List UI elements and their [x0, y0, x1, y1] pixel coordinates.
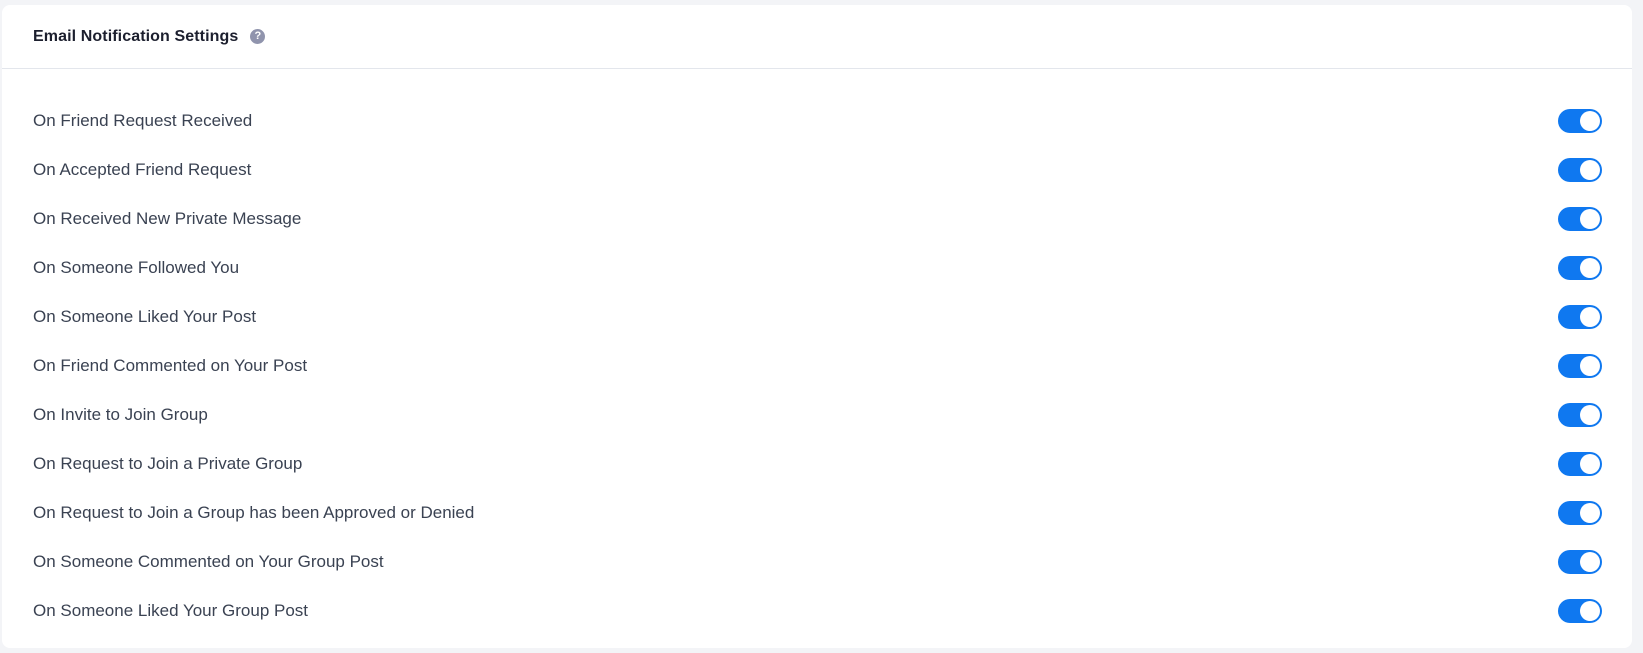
setting-row: On Someone Liked Your Post: [2, 292, 1632, 341]
setting-label: On Someone Liked Your Group Post: [33, 600, 309, 620]
setting-label: On Friend Commented on Your Post: [33, 355, 308, 375]
card-header: Email Notification Settings ?: [2, 5, 1632, 69]
setting-label: On Friend Request Received: [33, 110, 253, 130]
setting-label: On Request to Join a Group has been Appr…: [33, 502, 475, 522]
setting-row: On Friend Request Received: [2, 96, 1632, 145]
toggle-knob: [1580, 110, 1600, 131]
toggle-switch[interactable]: [1558, 402, 1602, 427]
toggle-switch[interactable]: [1558, 157, 1602, 182]
toggle-knob: [1580, 355, 1600, 376]
toggle-switch[interactable]: [1558, 108, 1602, 133]
toggle-knob: [1580, 404, 1600, 425]
toggle-switch[interactable]: [1558, 255, 1602, 280]
setting-row: On Invite to Join Group: [2, 390, 1632, 439]
toggle-knob: [1580, 600, 1600, 621]
setting-label: On Someone Commented on Your Group Post: [33, 551, 384, 571]
setting-row: On Request to Join a Private Group: [2, 439, 1632, 488]
toggle-switch[interactable]: [1558, 206, 1602, 231]
help-icon[interactable]: ?: [250, 29, 266, 44]
email-notification-settings-card: Email Notification Settings ? On Friend …: [2, 5, 1632, 648]
setting-row: On Friend Commented on Your Post: [2, 341, 1632, 390]
toggle-knob: [1580, 502, 1600, 523]
setting-label: On Someone Followed You: [33, 257, 240, 277]
toggle-knob: [1580, 453, 1600, 474]
setting-label: On Received New Private Message: [33, 208, 302, 228]
setting-label: On Accepted Friend Request: [33, 159, 252, 179]
toggle-knob: [1580, 208, 1600, 229]
setting-row: On Accepted Friend Request: [2, 145, 1632, 194]
setting-label: On Request to Join a Private Group: [33, 453, 303, 473]
settings-list: On Friend Request Received On Accepted F…: [2, 69, 1632, 635]
toggle-knob: [1580, 306, 1600, 327]
setting-label: On Invite to Join Group: [33, 404, 208, 424]
toggle-knob: [1580, 159, 1600, 180]
toggle-switch[interactable]: [1558, 451, 1602, 476]
setting-row: On Someone Liked Your Group Post: [2, 586, 1632, 635]
setting-row: On Someone Followed You: [2, 243, 1632, 292]
toggle-switch[interactable]: [1558, 549, 1602, 574]
setting-row: On Someone Commented on Your Group Post: [2, 537, 1632, 586]
toggle-switch[interactable]: [1558, 353, 1602, 378]
page-title: Email Notification Settings: [33, 27, 239, 45]
setting-row: On Request to Join a Group has been Appr…: [2, 488, 1632, 537]
toggle-switch[interactable]: [1558, 598, 1602, 623]
toggle-switch[interactable]: [1558, 500, 1602, 525]
toggle-knob: [1580, 551, 1600, 572]
setting-label: On Someone Liked Your Post: [33, 306, 257, 326]
toggle-switch[interactable]: [1558, 304, 1602, 329]
toggle-knob: [1580, 257, 1600, 278]
setting-row: On Received New Private Message: [2, 194, 1632, 243]
